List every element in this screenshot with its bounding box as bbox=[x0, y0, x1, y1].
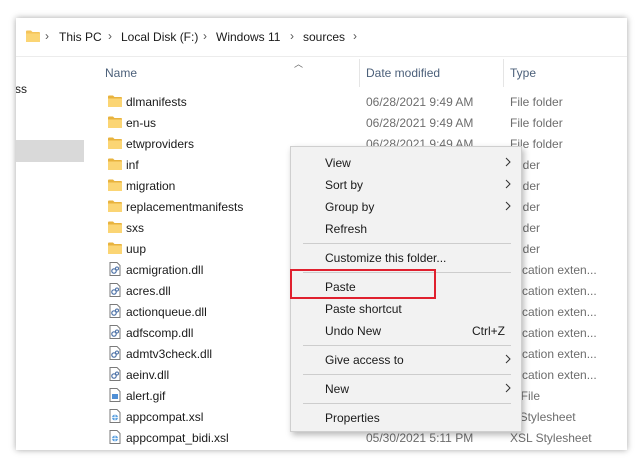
file-type: plication exten... bbox=[510, 305, 597, 319]
chevron-right-icon bbox=[505, 383, 511, 393]
menu-separator bbox=[303, 403, 511, 404]
menu-item-new[interactable]: New bbox=[291, 378, 521, 400]
menu-item-view[interactable]: View bbox=[291, 152, 521, 174]
folder-icon bbox=[108, 221, 122, 233]
file-name: replacementmanifests bbox=[126, 200, 244, 214]
file-row[interactable]: dlmanifests 06/28/2021 9:49 AM File folder bbox=[106, 91, 627, 112]
folder-icon bbox=[108, 242, 122, 254]
dll-icon bbox=[109, 367, 121, 381]
folder-icon bbox=[108, 137, 122, 149]
folder-icon bbox=[108, 179, 122, 191]
column-date-modified[interactable]: Date modified bbox=[366, 66, 440, 80]
breadcrumb-windows-11[interactable]: Windows 11 bbox=[216, 30, 280, 44]
file-date-modified: 06/28/2021 9:49 AM bbox=[366, 116, 474, 130]
folder-icon bbox=[108, 116, 122, 128]
dll-icon bbox=[109, 283, 121, 297]
breadcrumb-separator[interactable]: › bbox=[353, 29, 357, 43]
file-type: plication exten... bbox=[510, 284, 597, 298]
menu-item-paste-shortcut[interactable]: Paste shortcut bbox=[291, 298, 521, 320]
file-name: adfscomp.dll bbox=[126, 326, 194, 340]
file-date-modified: 06/28/2021 9:49 AM bbox=[366, 95, 474, 109]
breadcrumb-sources[interactable]: sources bbox=[303, 30, 345, 44]
nav-item-selected[interactable] bbox=[16, 140, 84, 162]
file-date-modified: 05/30/2021 5:11 PM bbox=[366, 431, 474, 445]
file-name: migration bbox=[126, 179, 176, 193]
menu-separator bbox=[303, 345, 511, 346]
paste-highlight-box bbox=[290, 269, 436, 299]
xsl-icon bbox=[109, 409, 121, 423]
file-type: plication exten... bbox=[510, 326, 597, 340]
file-name: dlmanifests bbox=[126, 95, 187, 109]
image-icon bbox=[109, 388, 121, 402]
shortcut-label: Ctrl+Z bbox=[472, 324, 505, 338]
file-row[interactable]: en-us 06/28/2021 9:49 AM File folder bbox=[106, 112, 627, 133]
file-name: en-us bbox=[126, 116, 157, 130]
menu-item-customize-folder[interactable]: Customize this folder... bbox=[291, 247, 521, 269]
file-name: inf bbox=[126, 158, 139, 172]
file-name: uup bbox=[126, 242, 147, 256]
breadcrumb-separator[interactable]: › bbox=[203, 29, 207, 43]
file-name: appcompat_bidi.xsl bbox=[126, 431, 229, 445]
dll-icon bbox=[109, 346, 121, 360]
column-divider[interactable] bbox=[503, 59, 504, 87]
chevron-right-icon bbox=[505, 179, 511, 189]
menu-item-refresh[interactable]: Refresh bbox=[291, 218, 521, 240]
file-name: aeinv.dll bbox=[126, 368, 170, 382]
dll-icon bbox=[109, 325, 121, 339]
column-name[interactable]: Name bbox=[105, 66, 137, 80]
breadcrumb-separator[interactable]: › bbox=[108, 29, 112, 43]
dll-icon bbox=[109, 262, 121, 276]
nav-item-label[interactable]: ss bbox=[16, 82, 27, 96]
menu-item-properties[interactable]: Properties bbox=[291, 407, 521, 429]
file-name: etwproviders bbox=[126, 137, 195, 151]
chevron-right-icon bbox=[505, 201, 511, 211]
file-type: XSL Stylesheet bbox=[510, 431, 592, 445]
explorer-window: › This PC › Local Disk (F:) › Windows 11… bbox=[16, 18, 627, 450]
menu-separator bbox=[303, 243, 511, 244]
file-name: admtv3check.dll bbox=[126, 347, 213, 361]
folder-icon bbox=[26, 30, 40, 42]
dll-icon bbox=[109, 304, 121, 318]
folder-icon bbox=[108, 95, 122, 107]
chevron-right-icon bbox=[505, 354, 511, 364]
file-type: plication exten... bbox=[510, 263, 597, 277]
file-name: acres.dll bbox=[126, 284, 171, 298]
navigation-pane: ss bbox=[16, 57, 84, 450]
menu-item-group-by[interactable]: Group by bbox=[291, 196, 521, 218]
file-name: alert.gif bbox=[126, 389, 166, 403]
breadcrumb-this-pc[interactable]: This PC bbox=[59, 30, 102, 44]
file-name: appcompat.xsl bbox=[126, 410, 204, 424]
folder-icon bbox=[108, 158, 122, 170]
xsl-icon bbox=[109, 430, 121, 444]
sort-ascending-icon: ︿ bbox=[294, 59, 304, 69]
chevron-right-icon bbox=[505, 157, 511, 167]
file-type: plication exten... bbox=[510, 368, 597, 382]
folder-icon bbox=[108, 200, 122, 212]
file-name: sxs bbox=[126, 221, 144, 235]
file-type: File folder bbox=[510, 116, 563, 130]
file-type: plication exten... bbox=[510, 347, 597, 361]
menu-item-give-access[interactable]: Give access to bbox=[291, 349, 521, 371]
column-divider[interactable] bbox=[359, 59, 360, 87]
menu-separator bbox=[303, 374, 511, 375]
breadcrumb-local-disk[interactable]: Local Disk (F:) bbox=[121, 30, 198, 44]
menu-item-undo-new[interactable]: Undo New Ctrl+Z bbox=[291, 320, 521, 342]
breadcrumb-separator[interactable]: › bbox=[290, 29, 294, 43]
column-header: ︿ Name Date modified Type bbox=[86, 57, 627, 89]
address-bar[interactable]: › This PC › Local Disk (F:) › Windows 11… bbox=[16, 18, 627, 57]
menu-item-sort-by[interactable]: Sort by bbox=[291, 174, 521, 196]
column-type[interactable]: Type bbox=[510, 66, 536, 80]
file-name: acmigration.dll bbox=[126, 263, 204, 277]
file-name: actionqueue.dll bbox=[126, 305, 207, 319]
file-type: File folder bbox=[510, 95, 563, 109]
breadcrumb-separator[interactable]: › bbox=[45, 29, 49, 43]
